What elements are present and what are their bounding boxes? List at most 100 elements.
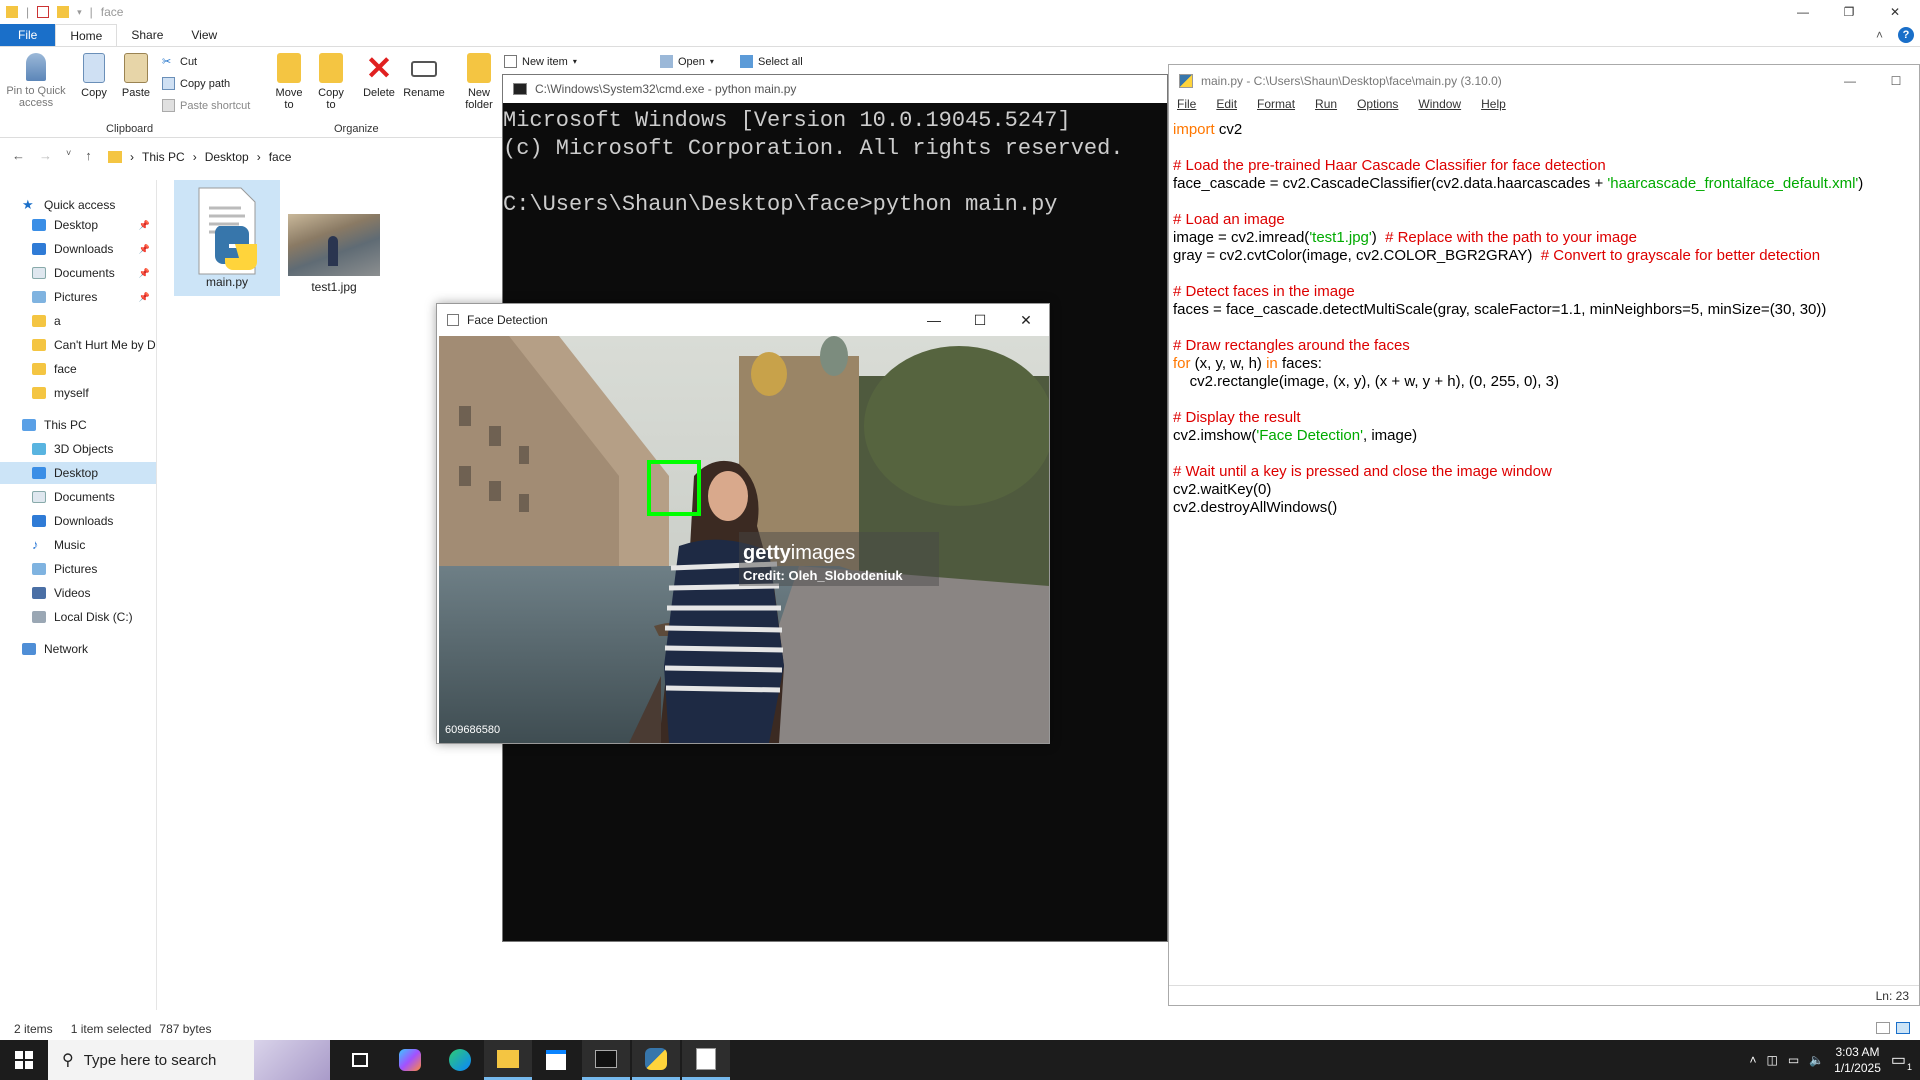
- tab-file[interactable]: File: [0, 24, 56, 46]
- chevron-up-icon[interactable]: ˄: [1876, 28, 1883, 42]
- new-item-button[interactable]: New item ▾: [504, 55, 577, 68]
- menu-format[interactable]: Format: [1257, 97, 1295, 117]
- recent-chevron-icon[interactable]: ˅: [66, 148, 71, 163]
- back-arrow-icon[interactable]: ←: [12, 148, 25, 163]
- menu-help[interactable]: Help: [1481, 97, 1506, 117]
- forward-arrow-icon[interactable]: →: [39, 148, 52, 163]
- menu-options[interactable]: Options: [1357, 97, 1398, 117]
- cut-button[interactable]: ✂ Cut: [162, 55, 197, 69]
- menu-window[interactable]: Window: [1418, 97, 1461, 117]
- desktop-icon: [32, 467, 46, 479]
- sidebar-item-downloads-pc[interactable]: Downloads: [0, 510, 156, 532]
- copy-path-label: Copy path: [180, 77, 231, 90]
- new-folder-button[interactable]: New folder: [460, 53, 498, 111]
- help-icon[interactable]: ?: [1898, 27, 1914, 43]
- select-all-button[interactable]: Select all: [740, 55, 803, 68]
- paste-shortcut-button[interactable]: Paste shortcut: [162, 99, 250, 112]
- sidebar-item-network[interactable]: Network: [0, 638, 156, 660]
- maximize-button[interactable]: ☐: [1873, 65, 1919, 97]
- sidebar-item-pictures-pc[interactable]: Pictures: [0, 558, 156, 580]
- menu-file[interactable]: File: [1177, 97, 1196, 117]
- up-arrow-icon[interactable]: ↑: [85, 148, 92, 163]
- meet-now-icon[interactable]: ◫: [1767, 1053, 1778, 1067]
- open-button[interactable]: Open ▾: [660, 55, 714, 68]
- start-button[interactable]: [0, 1040, 48, 1080]
- notification-icon[interactable]: ▭ 1: [1891, 1050, 1912, 1072]
- chevron-down-icon[interactable]: ▾: [77, 7, 82, 18]
- sidebar-item-myself[interactable]: myself: [0, 382, 156, 404]
- delete-button[interactable]: ✕ Delete: [360, 52, 398, 99]
- code-editor[interactable]: import cv2 # Load the pre-trained Haar C…: [1173, 121, 1863, 517]
- clipboard-icon: [124, 53, 148, 83]
- move-to-button[interactable]: Move to: [272, 53, 306, 111]
- taskbar-idle[interactable]: [682, 1040, 730, 1080]
- pin-icon: [26, 53, 46, 81]
- sidebar-item-documents[interactable]: Documents 📌: [0, 262, 156, 284]
- copy-path-button[interactable]: Copy path: [162, 77, 230, 90]
- sidebar-item-documents-pc[interactable]: Documents: [0, 486, 156, 508]
- task-view-button[interactable]: [336, 1040, 384, 1080]
- sidebar-item-face[interactable]: face: [0, 358, 156, 380]
- file-item-test1-jpg[interactable]: test1.jpg: [286, 210, 382, 294]
- close-button[interactable]: ✕: [1872, 0, 1918, 24]
- taskbar-terminal[interactable]: [582, 1040, 630, 1080]
- taskbar-search-box[interactable]: ⚲ Type here to search: [48, 1040, 330, 1080]
- minimize-button[interactable]: —: [1827, 65, 1873, 97]
- cmd-titlebar[interactable]: C:\Windows\System32\cmd.exe - python mai…: [503, 75, 1167, 103]
- taskbar-file-explorer[interactable]: [484, 1040, 532, 1080]
- clock[interactable]: 3:03 AM 1/1/2025: [1834, 1044, 1881, 1076]
- minimize-button[interactable]: —: [1780, 0, 1826, 24]
- copy-to-button[interactable]: Copy to: [314, 53, 348, 111]
- pin-quick-access-button[interactable]: Pin to Quick access: [6, 53, 66, 109]
- sidebar-item-cant-hurt-me[interactable]: Can't Hurt Me by D: [0, 334, 156, 356]
- sidebar-item-this-pc[interactable]: This PC: [0, 414, 156, 436]
- sidebar-item-music[interactable]: ♪ Music: [0, 534, 156, 556]
- cmd-output[interactable]: Microsoft Windows [Version 10.0.19045.52…: [503, 103, 1167, 219]
- menu-edit[interactable]: Edit: [1216, 97, 1237, 117]
- sidebar-item-a[interactable]: a: [0, 310, 156, 332]
- close-button[interactable]: ✕: [1003, 304, 1049, 336]
- network-icon[interactable]: ▭: [1788, 1053, 1799, 1067]
- scissors-icon: ✂: [162, 56, 172, 68]
- sidebar-item-videos[interactable]: Videos: [0, 582, 156, 604]
- sidebar-item-3d-objects[interactable]: 3D Objects: [0, 438, 156, 460]
- taskbar-copilot[interactable]: [386, 1040, 434, 1080]
- volume-icon[interactable]: 🔈: [1809, 1053, 1824, 1067]
- idle-titlebar[interactable]: main.py - C:\Users\Shaun\Desktop\face\ma…: [1169, 65, 1919, 97]
- sidebar-item-desktop[interactable]: Desktop 📌: [0, 214, 156, 236]
- copilot-icon: [399, 1049, 421, 1071]
- menu-run[interactable]: Run: [1315, 97, 1337, 117]
- cube-icon: [32, 443, 46, 455]
- copy-button[interactable]: Copy: [78, 53, 110, 99]
- details-view-icon[interactable]: [1876, 1022, 1890, 1034]
- breadcrumb-this-pc[interactable]: This PC: [142, 150, 185, 164]
- sidebar-item-desktop-pc[interactable]: Desktop: [0, 462, 156, 484]
- file-item-main-py[interactable]: main.py: [174, 180, 280, 296]
- watermark-credit: Credit: Oleh_Slobodeniuk: [743, 568, 903, 583]
- paste-button[interactable]: Paste: [120, 53, 152, 99]
- sidebar-item-quick-access[interactable]: ★ Quick access: [0, 194, 156, 216]
- sidebar-item-downloads[interactable]: Downloads 📌: [0, 238, 156, 260]
- tiles-view-icon[interactable]: [1896, 1022, 1910, 1034]
- restore-button[interactable]: ❐: [1826, 0, 1872, 24]
- new-folder-icon[interactable]: [57, 6, 70, 18]
- minimize-button[interactable]: —: [911, 304, 957, 336]
- breadcrumb-desktop[interactable]: Desktop: [205, 150, 249, 164]
- taskbar-python[interactable]: [632, 1040, 680, 1080]
- chevron-up-icon[interactable]: ˄: [1750, 1053, 1757, 1067]
- taskbar-edge[interactable]: [436, 1040, 484, 1080]
- pin-icon: 📌: [138, 291, 150, 302]
- maximize-button[interactable]: ☐: [957, 304, 1003, 336]
- properties-icon[interactable]: [37, 6, 50, 18]
- tab-view[interactable]: View: [177, 24, 231, 46]
- breadcrumb[interactable]: › This PC › Desktop › face: [108, 146, 291, 168]
- breadcrumb-face[interactable]: face: [269, 150, 292, 164]
- taskbar-store[interactable]: [532, 1040, 580, 1080]
- tab-home[interactable]: Home: [55, 24, 118, 46]
- rename-button[interactable]: Rename: [402, 53, 446, 99]
- sidebar-item-local-disk[interactable]: Local Disk (C:): [0, 606, 156, 628]
- store-icon: [546, 1050, 566, 1070]
- sidebar-item-pictures[interactable]: Pictures 📌: [0, 286, 156, 308]
- tab-share[interactable]: Share: [117, 24, 177, 46]
- quick-access-toolbar: | ▾ | face: [0, 0, 1920, 24]
